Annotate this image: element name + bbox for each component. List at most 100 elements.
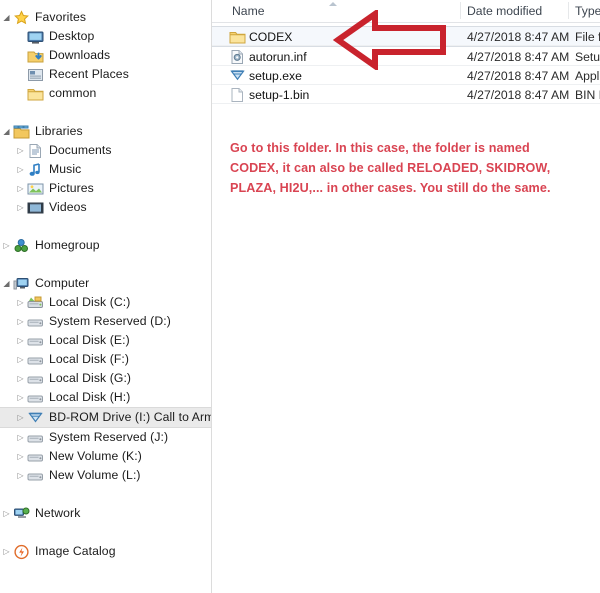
file-row[interactable]: autorun.inf 4/27/2018 8:47 AM Setup (212, 47, 600, 66)
sidebar-group-libraries[interactable]: ◢ Libraries (0, 122, 211, 141)
file-type: Appl (575, 68, 600, 83)
file-list-pane: Name Date modified Type CODEX 4/27/2018 8… (212, 0, 600, 593)
installer-application-icon (229, 68, 246, 84)
desktop-icon (27, 29, 45, 45)
column-divider[interactable] (568, 2, 569, 19)
system-disk-icon (27, 295, 45, 311)
chevron-right-icon[interactable]: ▷ (14, 369, 27, 388)
sidebar-item-system-reserved-j[interactable]: ▷ System Reserved (J:) (0, 428, 211, 447)
sidebar-item-downloads[interactable]: Downloads (0, 46, 211, 65)
chevron-right-icon[interactable]: ▷ (14, 160, 27, 179)
file-type: BIN F (575, 87, 600, 102)
sidebar-item-common[interactable]: common (0, 84, 211, 103)
sidebar-item-local-disk-g[interactable]: ▷ Local Disk (G:) (0, 369, 211, 388)
file-row[interactable]: setup.exe 4/27/2018 8:47 AM Appl (212, 66, 600, 85)
star-icon (13, 9, 31, 26)
column-header-name[interactable]: Name (232, 4, 265, 18)
sidebar-item-label: Local Disk (E:) (49, 333, 130, 347)
column-header-date-modified[interactable]: Date modified (467, 4, 542, 18)
sidebar-item-label: Videos (49, 200, 87, 214)
chevron-right-icon[interactable]: ▷ (14, 466, 27, 485)
sidebar-group-image-catalog[interactable]: ▷ Image Catalog (0, 542, 211, 561)
chevron-right-icon[interactable]: ▷ (14, 141, 27, 160)
sidebar-item-videos[interactable]: ▷ Videos (0, 198, 211, 217)
libraries-icon (13, 124, 31, 140)
folder-icon (27, 86, 45, 102)
file-name: setup.exe (249, 68, 302, 83)
file-explorer-window: ◢ Favorites Desktop Downloads Recent Places c… (0, 0, 600, 593)
chevron-right-icon[interactable]: ▷ (14, 198, 27, 217)
homegroup-icon (13, 238, 31, 254)
chevron-right-icon[interactable]: ▷ (0, 236, 13, 255)
chevron-right-icon[interactable]: ▷ (14, 388, 27, 407)
sidebar-group-label: Favorites (35, 10, 87, 24)
chevron-right-icon[interactable]: ▷ (0, 542, 13, 561)
file-type: File f (575, 29, 600, 44)
column-divider[interactable] (460, 2, 461, 19)
sidebar-item-label: Local Disk (G:) (49, 371, 132, 385)
sidebar-item-pictures[interactable]: ▷ Pictures (0, 179, 211, 198)
chevron-right-icon[interactable]: ▷ (14, 350, 27, 369)
sidebar-item-label: System Reserved (D:) (49, 314, 171, 328)
sidebar-item-label: New Volume (L:) (49, 468, 141, 482)
sidebar-item-label: Local Disk (C:) (49, 295, 131, 309)
image-catalog-icon (13, 544, 31, 560)
column-header-bar: Name Date modified Type (212, 0, 600, 22)
sidebar-item-label: New Volume (K:) (49, 449, 142, 463)
sidebar-item-music[interactable]: ▷ Music (0, 160, 211, 179)
sidebar-group-network[interactable]: ▷ Network (0, 504, 211, 523)
disk-icon (27, 333, 45, 349)
sidebar-item-label: Downloads (49, 48, 111, 62)
chevron-down-icon[interactable]: ◢ (0, 122, 13, 141)
file-date-modified: 4/27/2018 8:47 AM (467, 29, 570, 44)
chevron-down-icon[interactable]: ◢ (0, 8, 13, 27)
chevron-down-icon[interactable]: ◢ (0, 274, 13, 293)
sidebar-item-new-volume-l[interactable]: ▷ New Volume (L:) (0, 466, 211, 485)
sidebar-item-label: Desktop (49, 29, 95, 43)
sidebar-item-bd-rom-drive-i-call-to-arms[interactable]: ▷ BD-ROM Drive (I:) Call to Arms (0, 407, 211, 428)
file-type: Setup (575, 49, 600, 64)
column-header-type[interactable]: Type (575, 4, 600, 18)
instruction-annotation: Go to this folder. In this case, the fol… (230, 141, 551, 195)
chevron-right-icon[interactable]: ▷ (14, 447, 27, 466)
chevron-right-icon[interactable]: ▷ (0, 504, 13, 523)
chevron-right-icon[interactable]: ▷ (14, 428, 27, 447)
chevron-right-icon[interactable]: ▷ (14, 331, 27, 350)
sidebar-group-label: Network (35, 506, 81, 520)
file-name: CODEX (249, 29, 293, 44)
sidebar-group-homegroup[interactable]: ▷ Homegroup (0, 236, 211, 255)
sidebar-item-local-disk-f[interactable]: ▷ Local Disk (F:) (0, 350, 211, 369)
disk-icon (27, 390, 45, 406)
recent-places-icon (27, 67, 45, 83)
optical-drive-icon (27, 410, 45, 426)
file-date-modified: 4/27/2018 8:47 AM (467, 49, 570, 64)
disk-icon (27, 352, 45, 368)
chevron-right-icon[interactable]: ▷ (14, 293, 27, 312)
sidebar-group-label: Computer (35, 276, 90, 290)
folder-icon (229, 29, 246, 45)
sidebar-item-desktop[interactable]: Desktop (0, 27, 211, 46)
downloads-folder-icon (27, 48, 45, 64)
chevron-right-icon[interactable]: ▷ (14, 312, 27, 331)
sidebar-item-local-disk-e[interactable]: ▷ Local Disk (E:) (0, 331, 211, 350)
chevron-right-icon[interactable]: ▷ (14, 179, 27, 198)
blank-file-icon (229, 87, 246, 103)
chevron-right-icon[interactable]: ▷ (14, 408, 27, 427)
sidebar-item-system-reserved-d[interactable]: ▷ System Reserved (D:) (0, 312, 211, 331)
file-row[interactable]: setup-1.bin 4/27/2018 8:47 AM BIN F (212, 85, 600, 104)
sidebar-item-local-disk-c[interactable]: ▷ Local Disk (C:) (0, 293, 211, 312)
disk-icon (27, 468, 45, 484)
row-rule (212, 103, 600, 104)
file-row[interactable]: CODEX 4/27/2018 8:47 AM File f (212, 26, 600, 47)
row-rule (212, 45, 600, 46)
sidebar-group-favorites[interactable]: ◢ Favorites (0, 8, 211, 27)
file-name: setup-1.bin (249, 87, 310, 102)
sidebar-item-new-volume-k[interactable]: ▷ New Volume (K:) (0, 447, 211, 466)
sidebar-item-recent-places[interactable]: Recent Places (0, 65, 211, 84)
sidebar-item-local-disk-h[interactable]: ▷ Local Disk (H:) (0, 388, 211, 407)
sidebar-group-label: Libraries (35, 124, 83, 138)
sidebar-item-documents[interactable]: ▷ Documents (0, 141, 211, 160)
sidebar-group-computer[interactable]: ◢ Computer (0, 274, 211, 293)
file-date-modified: 4/27/2018 8:47 AM (467, 68, 570, 83)
sidebar-item-label: Local Disk (H:) (49, 390, 131, 404)
